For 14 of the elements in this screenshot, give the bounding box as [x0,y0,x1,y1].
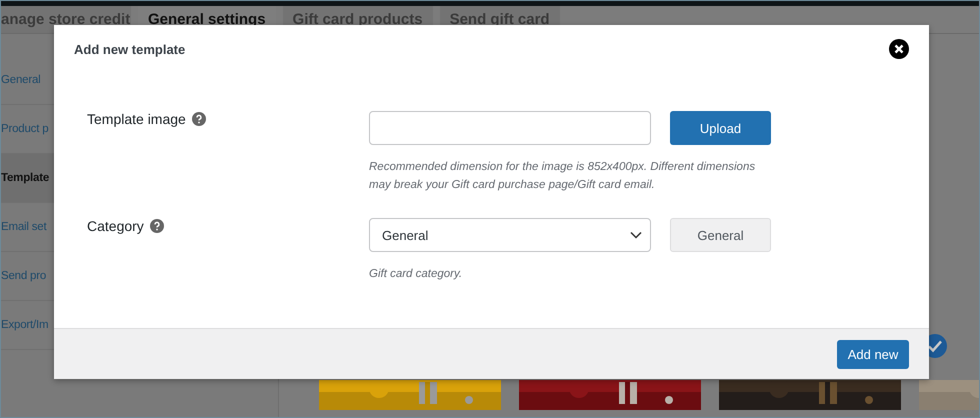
image-url-field[interactable] [369,111,651,145]
modal-title: Add new template [74,42,186,56]
help-icon[interactable] [192,112,206,126]
add-new-button[interactable]: Add new [837,340,909,368]
category-value-field: General [670,218,771,252]
field-label: Category [87,218,144,234]
close-icon[interactable] [889,39,909,59]
field-description: Gift card category. [369,267,464,282]
chevron-down-icon [630,231,642,239]
upload-button[interactable]: Upload [670,111,771,145]
field-description: Recommended dimension for the image is 852x400px. Different dimensions may break your Gift card purchase page/Gift card email. [369,160,756,193]
category-select[interactable]: General [369,218,651,252]
field-label: Template image [87,111,186,127]
help-icon[interactable] [150,219,164,233]
